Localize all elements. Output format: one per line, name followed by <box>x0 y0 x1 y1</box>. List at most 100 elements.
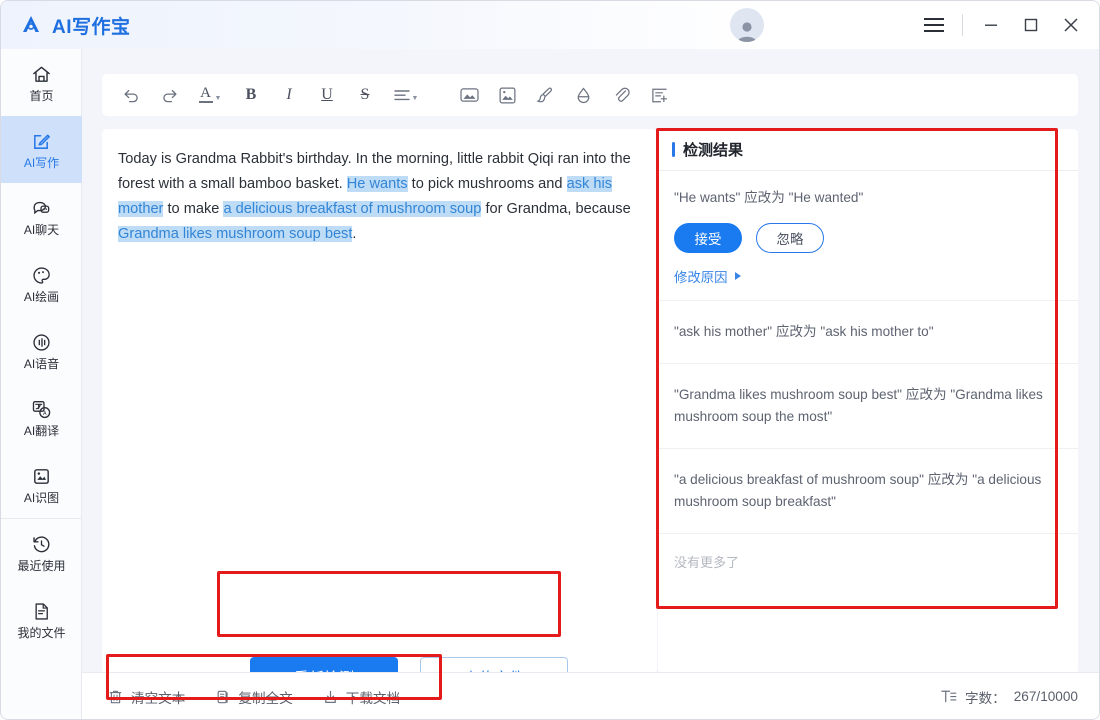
eraser-icon[interactable] <box>569 80 597 110</box>
result-item[interactable]: "Grandma likes mushroom soup best" 应改为 "… <box>658 364 1078 449</box>
bold-button[interactable]: B <box>237 80 265 110</box>
app-window: AI写作宝 首页 AI写作 AI聊天 AI绘画 AI语音 A AI翻译 AI识图… <box>0 0 1100 720</box>
result-item[interactable]: "He wants" 应改为 "He wanted" 接受 忽略 修改原因 <box>658 171 1078 301</box>
word-count-label: 字数： <box>964 690 1006 706</box>
align-button[interactable]: ▼ <box>389 80 423 110</box>
user-avatar[interactable] <box>730 8 764 42</box>
sidebar-label: 最近使用 <box>17 559 66 573</box>
text-count-icon <box>941 689 957 704</box>
ignore-button[interactable]: 忽略 <box>756 223 824 253</box>
sidebar-item-recent[interactable]: 最近使用 <box>1 519 82 586</box>
text-segment: . <box>352 226 357 242</box>
insert-image-icon[interactable] <box>455 80 483 110</box>
strikethrough-button[interactable]: S <box>351 80 379 110</box>
trash-icon <box>108 689 123 705</box>
sidebar-item-ai-drawing[interactable]: AI绘画 <box>1 250 82 317</box>
undo-button[interactable] <box>117 80 145 110</box>
document-text[interactable]: Today is Grandma Rabbit's birthday. In t… <box>102 129 657 247</box>
image-frame-icon[interactable] <box>493 80 521 110</box>
results-title: 检测结果 <box>683 142 744 159</box>
redo-button[interactable] <box>155 80 183 110</box>
sidebar-label: AI写作 <box>23 156 60 170</box>
download-icon <box>323 689 338 705</box>
minimize-button[interactable] <box>971 5 1011 45</box>
copy-icon <box>215 689 230 705</box>
sidebar-item-my-files[interactable]: 我的文件 <box>1 586 82 653</box>
bottom-bar: 清空文本 复制全文 下载文档 字数： 267/10000 <box>82 672 1099 719</box>
chevron-down-icon: ▼ <box>214 94 222 102</box>
app-logo: AI写作宝 <box>1 12 131 39</box>
svg-text:A: A <box>43 410 47 416</box>
insert-form-icon[interactable] <box>645 80 673 110</box>
sidebar-item-ai-voice[interactable]: AI语音 <box>1 317 82 384</box>
chevron-down-icon: ▼ <box>411 94 419 102</box>
reason-label: 修改原因 <box>674 270 728 285</box>
titlebar-divider <box>962 14 963 36</box>
triangle-right-icon <box>734 272 741 280</box>
sidebar-item-home[interactable]: 首页 <box>1 49 82 116</box>
clear-text-button[interactable]: 清空文本 <box>108 687 185 707</box>
sidebar-label: 我的文件 <box>17 626 66 640</box>
results-header: 检测结果 <box>658 129 1078 171</box>
history-clock-icon <box>31 533 52 555</box>
sidebar-label: AI聊天 <box>23 223 60 237</box>
sidebar-label: 首页 <box>29 89 54 103</box>
text-segment: to pick mushrooms and <box>407 176 567 192</box>
word-count: 字数： 267/10000 <box>941 687 1099 707</box>
result-text: "He wants" 应改为 "He wanted" <box>674 190 864 205</box>
word-count-value: 267/10000 <box>1013 689 1078 704</box>
reason-toggle[interactable]: 修改原因 <box>674 266 1062 286</box>
close-button[interactable] <box>1051 5 1091 45</box>
action-label: 下载文档 <box>345 690 401 706</box>
sidebar: 首页 AI写作 AI聊天 AI绘画 AI语音 A AI翻译 AI识图 最近使用 … <box>1 49 82 719</box>
title-bar: AI写作宝 <box>1 1 1099 49</box>
home-icon <box>31 63 52 85</box>
sidebar-item-ai-writing[interactable]: AI写作 <box>1 116 82 183</box>
result-actions: 接受 忽略 <box>674 223 1062 253</box>
chat-bubble-icon <box>31 197 52 219</box>
sidebar-label: AI识图 <box>23 491 60 505</box>
sidebar-label: AI翻译 <box>23 424 60 438</box>
result-item[interactable]: "a delicious breakfast of mushroom soup"… <box>658 449 1078 534</box>
sidebar-item-ai-chat[interactable]: AI聊天 <box>1 183 82 250</box>
results-end-text: 没有更多了 <box>674 555 740 570</box>
action-label: 复制全文 <box>238 690 293 706</box>
image-scan-icon <box>31 465 52 487</box>
document-icon <box>31 600 52 622</box>
underline-button[interactable]: U <box>313 80 341 110</box>
triangle-a-logo-icon <box>19 13 43 37</box>
italic-button[interactable]: I <box>275 80 303 110</box>
window-controls <box>971 5 1099 45</box>
sidebar-label: AI语音 <box>23 357 60 371</box>
edit-square-icon <box>31 130 52 152</box>
sidebar-item-ai-image-recognition[interactable]: AI识图 <box>1 451 82 518</box>
translate-icon: A <box>31 398 52 420</box>
hamburger-menu-icon[interactable] <box>914 5 954 45</box>
detection-results-panel: 检测结果 "He wants" 应改为 "He wanted" 接受 忽略 修改… <box>658 129 1078 674</box>
download-document-button[interactable]: 下载文档 <box>323 687 400 707</box>
voice-wave-icon <box>31 331 52 353</box>
app-title: AI写作宝 <box>52 16 131 38</box>
copy-all-button[interactable]: 复制全文 <box>215 687 293 707</box>
sidebar-item-ai-translate[interactable]: A AI翻译 <box>1 384 82 451</box>
bottom-actions: 清空文本 复制全文 下载文档 <box>82 687 400 707</box>
result-text: "ask his mother" 应改为 "ask his mother to" <box>674 324 934 339</box>
result-text: "Grandma likes mushroom soup best" 应改为 "… <box>674 387 1043 424</box>
text-segment: for Grandma, because <box>481 201 631 217</box>
maximize-button[interactable] <box>1011 5 1051 45</box>
palette-icon <box>31 264 52 286</box>
brush-icon[interactable] <box>531 80 559 110</box>
accent-bar <box>672 142 675 157</box>
font-color-button[interactable]: A ▼ <box>193 80 227 110</box>
attachment-icon[interactable] <box>607 80 635 110</box>
result-item[interactable]: "ask his mother" 应改为 "ask his mother to" <box>658 301 1078 364</box>
suggestion-highlight[interactable]: Grandma likes mushroom soup best <box>118 226 353 242</box>
text-segment: to make <box>163 201 224 217</box>
suggestion-highlight[interactable]: He wants <box>346 176 408 192</box>
action-label: 清空文本 <box>131 690 186 706</box>
suggestion-highlight[interactable]: a delicious breakfast of mushroom soup <box>223 201 482 217</box>
editor-card[interactable]: Today is Grandma Rabbit's birthday. In t… <box>102 129 657 697</box>
sidebar-label: AI绘画 <box>23 290 60 304</box>
accept-button[interactable]: 接受 <box>674 223 742 253</box>
workspace: A ▼ B I U S ▼ Today is Grandma Rabbit's … <box>82 49 1099 719</box>
